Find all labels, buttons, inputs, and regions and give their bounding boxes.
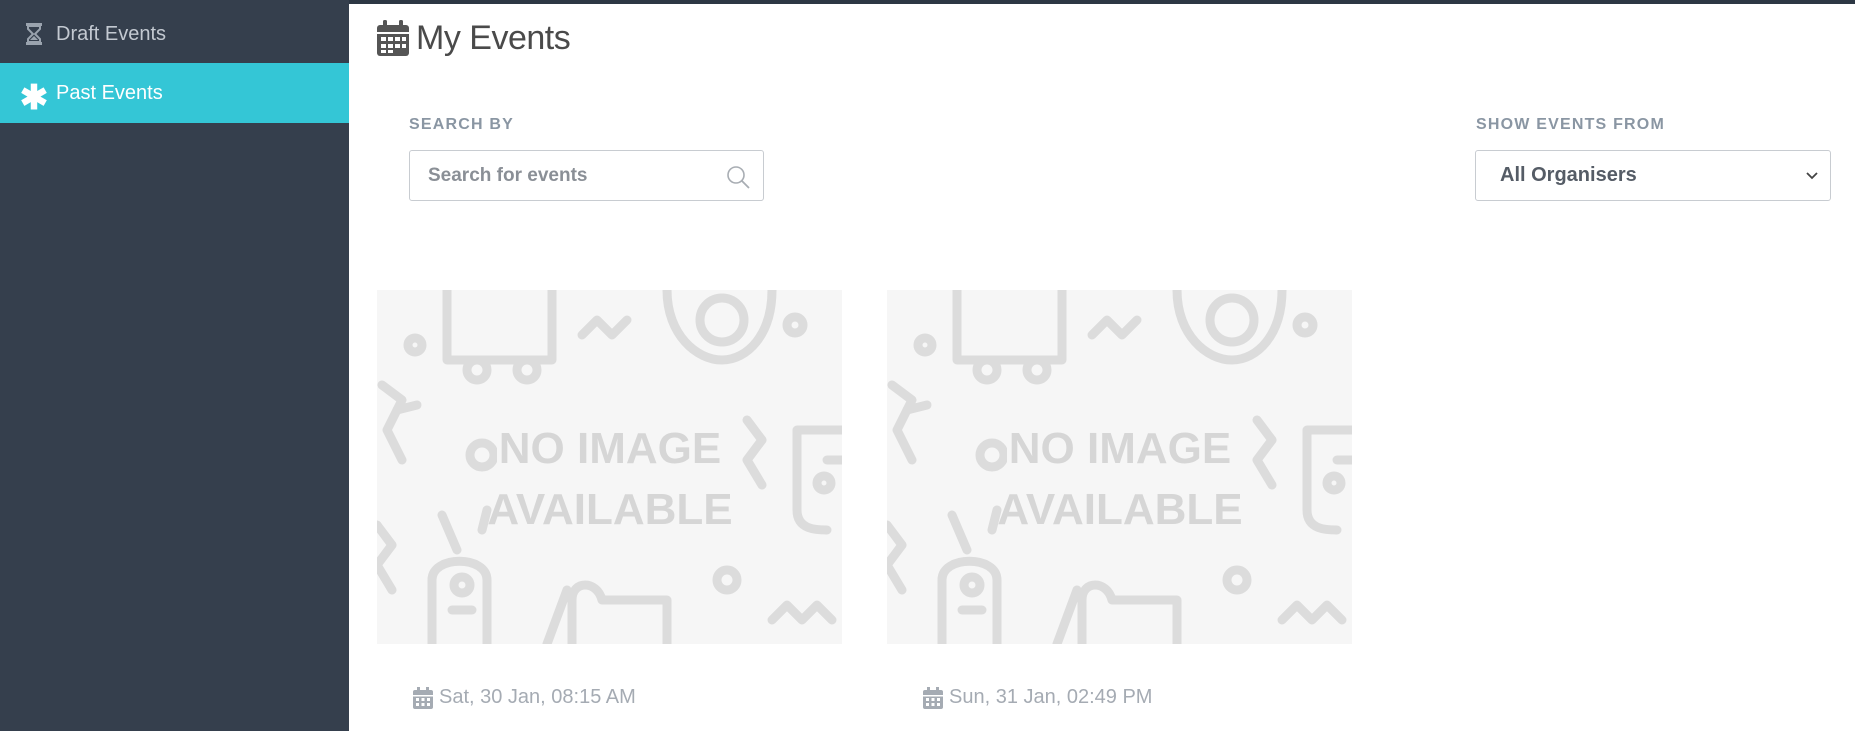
no-image-text-line1: NO IMAGE xyxy=(1009,424,1231,473)
event-card[interactable]: NO IMAGE AVAILABLE Sat, 30 Jan, 08:15 AM xyxy=(377,290,842,709)
show-events-from-label: SHOW EVENTS FROM xyxy=(1476,116,1665,133)
event-date-text: Sat, 30 Jan, 08:15 AM xyxy=(439,686,636,708)
event-card[interactable]: NO IMAGE AVAILABLE Sun, 31 Jan, 02:49 PM xyxy=(887,290,1352,709)
search-box xyxy=(409,150,764,201)
asterisk-icon: ✱ xyxy=(19,79,49,117)
no-image-text-line2: AVAILABLE xyxy=(487,485,732,534)
calendar-icon xyxy=(923,686,943,709)
sidebar-item-label: Draft Events xyxy=(56,22,167,45)
calendar-icon xyxy=(377,20,409,56)
no-image-text-line1: NO IMAGE xyxy=(499,424,721,473)
calendar-icon xyxy=(413,686,433,709)
chevron-down-icon xyxy=(1806,172,1818,180)
sidebar-item-label: Past Events xyxy=(56,81,163,104)
page-title: My Events xyxy=(377,16,571,60)
search-input[interactable] xyxy=(410,151,710,200)
event-date: Sat, 30 Jan, 08:15 AM xyxy=(413,686,636,709)
event-date-text: Sun, 31 Jan, 02:49 PM xyxy=(949,686,1153,708)
organiser-select[interactable]: All Organisers xyxy=(1475,150,1831,201)
no-image-placeholder: NO IMAGE AVAILABLE xyxy=(377,290,842,644)
event-date: Sun, 31 Jan, 02:49 PM xyxy=(923,686,1152,709)
sidebar-item-past-events[interactable]: ✱ Past Events xyxy=(0,63,349,123)
hourglass-icon xyxy=(22,20,46,48)
search-by-label: SEARCH BY xyxy=(409,116,515,133)
no-image-placeholder: NO IMAGE AVAILABLE xyxy=(887,290,1352,644)
no-image-text-line2: AVAILABLE xyxy=(997,485,1242,534)
sidebar: Draft Events ✱ Past Events xyxy=(0,0,349,731)
page-title-text: My Events xyxy=(416,18,571,57)
organiser-select-value: All Organisers xyxy=(1500,164,1637,186)
sidebar-item-draft-events[interactable]: Draft Events xyxy=(0,4,349,64)
search-icon[interactable] xyxy=(725,164,751,190)
main-content: My Events SEARCH BY SHOW EVENTS FROM All… xyxy=(349,4,1855,731)
